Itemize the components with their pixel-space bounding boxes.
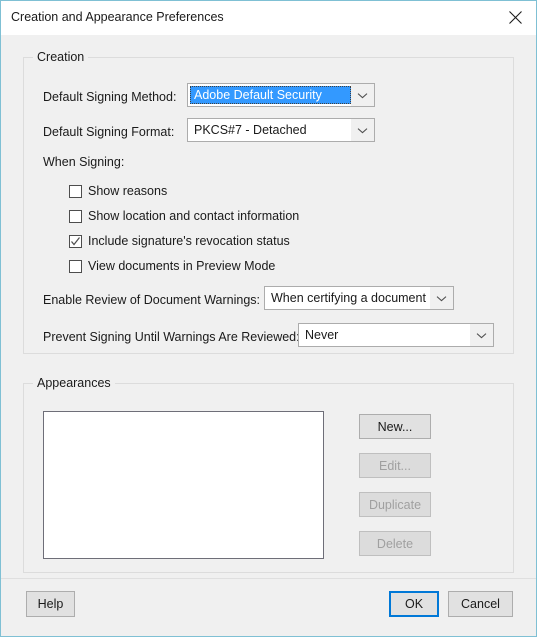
footer-divider bbox=[1, 578, 536, 579]
help-button[interactable]: Help bbox=[26, 591, 75, 617]
title-bar: Creation and Appearance Preferences bbox=[1, 1, 536, 35]
checkbox-label: Include signature's revocation status bbox=[88, 234, 290, 248]
checkbox-label: Show reasons bbox=[88, 184, 168, 198]
preferences-dialog: Creation and Appearance Preferences Crea… bbox=[0, 0, 537, 637]
chevron-down-icon bbox=[351, 119, 374, 141]
ok-button[interactable]: OK bbox=[389, 591, 439, 617]
prevent-signing-label: Prevent Signing Until Warnings Are Revie… bbox=[43, 330, 300, 344]
duplicate-appearance-button: Duplicate bbox=[359, 492, 431, 517]
checkbox-box bbox=[69, 234, 82, 248]
cancel-button[interactable]: Cancel bbox=[448, 591, 513, 617]
appearances-listbox[interactable] bbox=[43, 411, 324, 559]
chevron-down-icon bbox=[470, 324, 493, 346]
chevron-down-icon bbox=[430, 287, 453, 309]
checkbox-box bbox=[69, 209, 82, 223]
appearances-group-title: Appearances bbox=[33, 376, 115, 390]
prevent-signing-combo[interactable]: Never bbox=[298, 323, 494, 347]
checkbox-show-reasons[interactable]: Show reasons bbox=[69, 184, 167, 198]
window-title: Creation and Appearance Preferences bbox=[11, 10, 224, 24]
checkbox-box bbox=[69, 184, 82, 198]
default-signing-format-combo[interactable]: PKCS#7 - Detached bbox=[187, 118, 375, 142]
close-icon[interactable] bbox=[494, 1, 536, 33]
checkbox-show-location-contact[interactable]: Show location and contact information bbox=[69, 209, 299, 223]
default-signing-method-value: Adobe Default Security bbox=[190, 86, 351, 104]
default-signing-method-label: Default Signing Method: bbox=[43, 90, 177, 104]
prevent-signing-value: Never bbox=[305, 328, 339, 342]
checkbox-label: View documents in Preview Mode bbox=[88, 259, 276, 273]
enable-review-value: When certifying a document bbox=[271, 291, 426, 305]
default-signing-method-combo[interactable]: Adobe Default Security bbox=[187, 83, 375, 107]
default-signing-format-value: PKCS#7 - Detached bbox=[194, 123, 307, 137]
when-signing-label: When Signing: bbox=[43, 155, 125, 169]
creation-group-title: Creation bbox=[33, 50, 89, 64]
checkbox-box bbox=[69, 259, 82, 273]
delete-appearance-button: Delete bbox=[359, 531, 431, 556]
enable-review-label: Enable Review of Document Warnings: bbox=[43, 293, 260, 307]
check-icon bbox=[71, 236, 80, 245]
chevron-down-icon bbox=[351, 84, 374, 106]
checkbox-include-revocation-status[interactable]: Include signature's revocation status bbox=[69, 234, 290, 248]
new-appearance-button[interactable]: New... bbox=[359, 414, 431, 439]
checkbox-view-preview-mode[interactable]: View documents in Preview Mode bbox=[69, 259, 275, 273]
enable-review-combo[interactable]: When certifying a document bbox=[264, 286, 454, 310]
default-signing-format-label: Default Signing Format: bbox=[43, 125, 175, 139]
checkbox-label: Show location and contact information bbox=[88, 209, 300, 223]
edit-appearance-button: Edit... bbox=[359, 453, 431, 478]
